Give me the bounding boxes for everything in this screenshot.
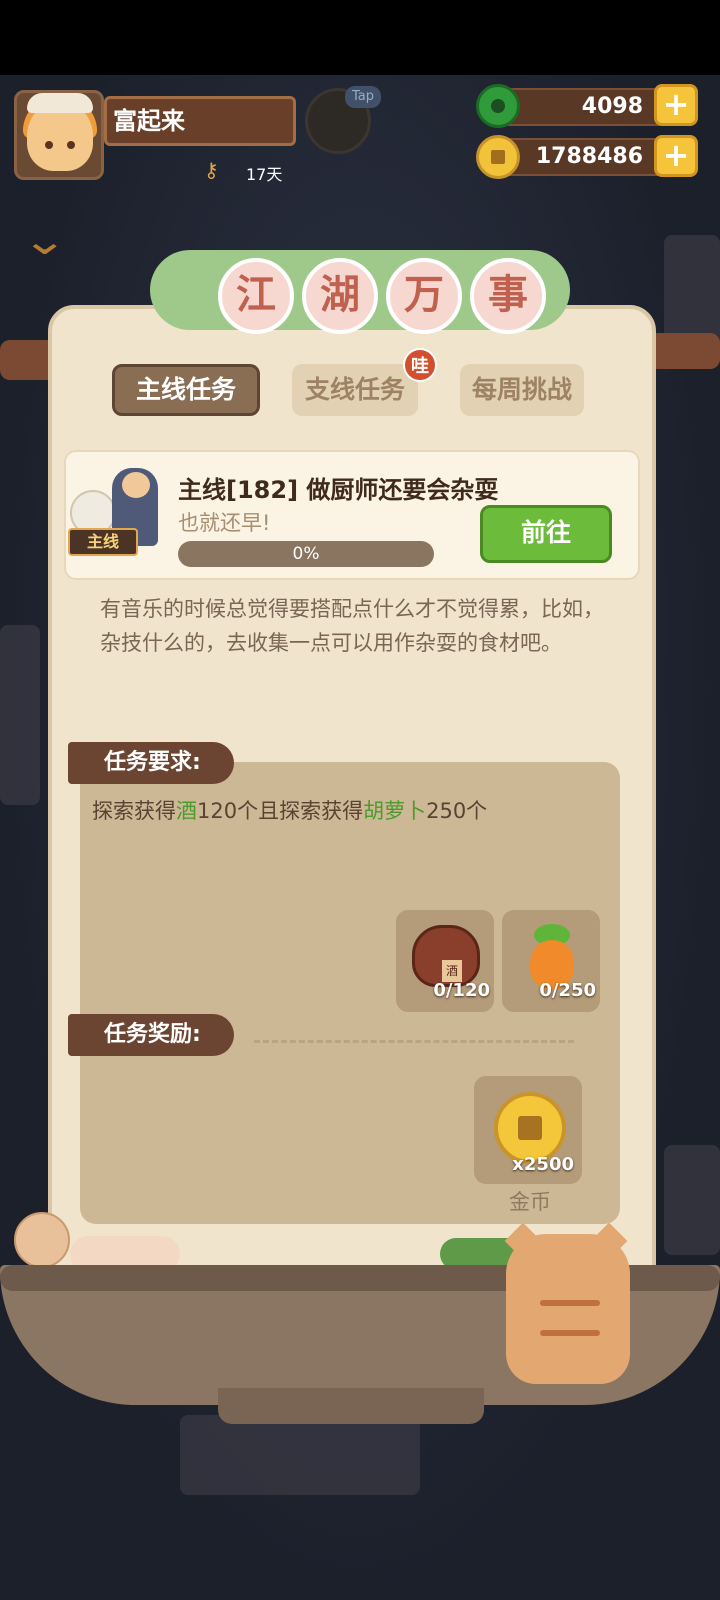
- panel-title-char: 万: [386, 258, 462, 334]
- requirements-header: 任务要求:: [68, 742, 234, 784]
- tab-weekly-challenge[interactable]: 每周挑战: [460, 364, 584, 416]
- scene-character-right: [664, 1145, 720, 1255]
- rewards-divider: [254, 1040, 574, 1043]
- req-text-part: 探索获得: [92, 799, 176, 823]
- key-icon: ⚷: [204, 158, 219, 182]
- cat-stripe: [540, 1300, 600, 1306]
- chevron-down-icon[interactable]: ⌄: [21, 218, 68, 264]
- coin-reward-count: x2500: [512, 1154, 574, 1175]
- tab-side-quests[interactable]: 支线任务: [292, 364, 418, 416]
- coin-reward-name: 金币: [509, 1190, 551, 1214]
- req-item-wine: 酒: [176, 799, 197, 823]
- notification-badge: 哇: [403, 348, 437, 382]
- add-jade-button[interactable]: +: [654, 84, 698, 126]
- carrot-count: 0/250: [539, 980, 596, 1001]
- requirements-text: 探索获得酒120个且探索获得胡萝卜250个: [92, 795, 487, 825]
- panel-title-char: 湖: [302, 258, 378, 334]
- cat-mascot: [506, 1234, 630, 1384]
- wine-count: 0/120: [433, 980, 490, 1001]
- quest-story-text: 有音乐的时候总觉得要搭配点什么才不觉得累，比如，杂技什么的，去收集一点可以用作杂…: [100, 597, 604, 655]
- req-text-part: 250个: [426, 799, 488, 823]
- panel-title-char: 江: [218, 258, 294, 334]
- rewards-header: 任务奖励:: [68, 1014, 234, 1056]
- jade-icon: [476, 84, 520, 128]
- status-bar: [0, 0, 720, 75]
- login-days: 17天: [246, 165, 283, 184]
- quest-title: 主线[182] 做厨师还要会杂耍: [178, 476, 499, 504]
- scroll-rod-right: [648, 333, 720, 369]
- quest-subtitle: 也就还早!: [178, 511, 271, 535]
- tab-main-quests[interactable]: 主线任务: [112, 364, 260, 416]
- bowl-foot: [218, 1388, 484, 1424]
- wine-jar-label: 酒: [442, 960, 462, 982]
- add-coin-button[interactable]: +: [654, 135, 698, 177]
- cat-stripe: [540, 1330, 600, 1336]
- scene-building-left: [0, 625, 40, 805]
- coin-icon: [476, 135, 520, 179]
- quest-progress-text: 0%: [292, 544, 320, 564]
- player-avatar[interactable]: [14, 90, 104, 180]
- req-item-carrot: 胡萝卜: [363, 799, 427, 823]
- player-name[interactable]: 富起来: [104, 96, 296, 146]
- main-quest-tag: 主线: [68, 528, 138, 556]
- tap-label: Tap: [345, 86, 381, 108]
- panel-title-char: 事: [470, 258, 546, 334]
- scene-characters-bottom: [180, 1415, 420, 1495]
- go-button[interactable]: 前往: [480, 505, 612, 563]
- req-text-part: 120个且探索获得: [197, 799, 364, 823]
- meatball-skewer-decoration: [14, 1212, 70, 1268]
